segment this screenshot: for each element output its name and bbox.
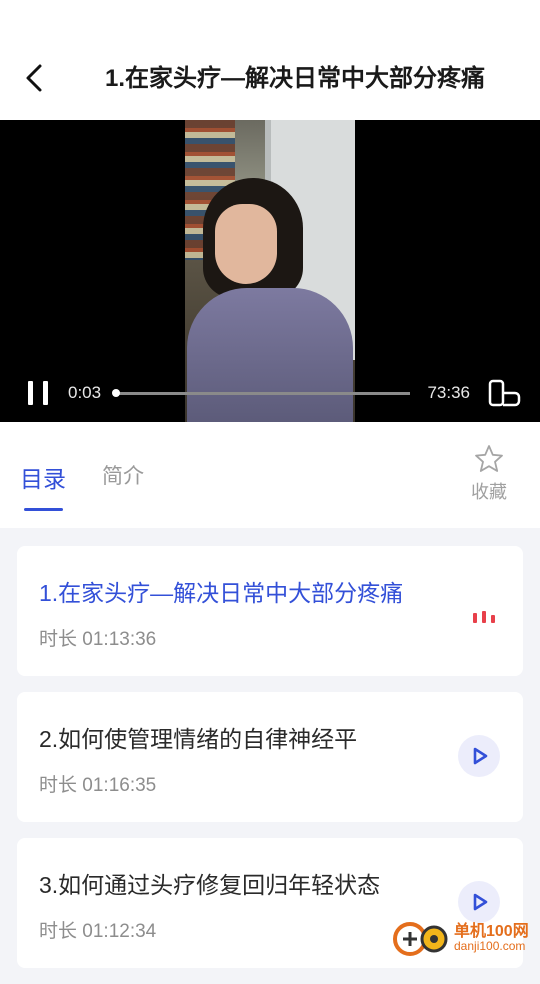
lesson-duration: 时长 01:13:36	[39, 624, 156, 651]
lesson-item[interactable]: 2.如何使管理情绪的自律神经平 时长 01:16:35	[17, 692, 523, 822]
lesson-title: 3.如何通过头疗修复回归年轻状态	[39, 866, 380, 900]
progress-bar[interactable]	[116, 392, 410, 395]
lesson-duration: 时长 01:12:34	[39, 916, 156, 943]
active-tab-indicator	[24, 508, 63, 511]
progress-handle[interactable]	[112, 389, 120, 397]
current-time: 0:03	[68, 383, 101, 403]
favorite-button[interactable]: 收藏	[462, 444, 516, 508]
lesson-item[interactable]: 1.在家头疗—解决日常中大部分疼痛 时长 01:13:36	[17, 546, 523, 676]
tab-bar: 目录 简介 收藏	[0, 422, 540, 528]
watermark-url: danji100.com	[454, 939, 525, 953]
page-title: 1.在家头疗—解决日常中大部分疼痛	[70, 58, 520, 93]
watermark-logo	[392, 915, 450, 957]
total-time: 73:36	[427, 383, 470, 403]
watermark: 单机100网 danji100.com	[392, 913, 540, 960]
watermark-brand: 单机100网	[454, 917, 529, 941]
chevron-left-icon[interactable]	[22, 63, 48, 93]
player-controls: 0:03 73:36	[0, 375, 540, 415]
top-bar: 1.在家头疗—解决日常中大部分疼痛	[0, 0, 540, 120]
favorite-label: 收藏	[462, 478, 516, 504]
tab-catalog[interactable]: 目录	[20, 460, 66, 494]
lesson-title: 1.在家头疗—解决日常中大部分疼痛	[39, 574, 403, 608]
equalizer-icon	[473, 611, 501, 623]
video-player[interactable]: 0:03 73:36	[0, 120, 540, 422]
lesson-duration: 时长 01:16:35	[39, 770, 156, 797]
star-outline-icon	[474, 444, 504, 474]
lesson-title: 2.如何使管理情绪的自律神经平	[39, 720, 357, 754]
pause-icon[interactable]	[26, 381, 52, 407]
tab-intro[interactable]: 简介	[102, 460, 144, 490]
play-icon[interactable]	[458, 735, 500, 777]
fullscreen-icon[interactable]	[488, 379, 522, 409]
